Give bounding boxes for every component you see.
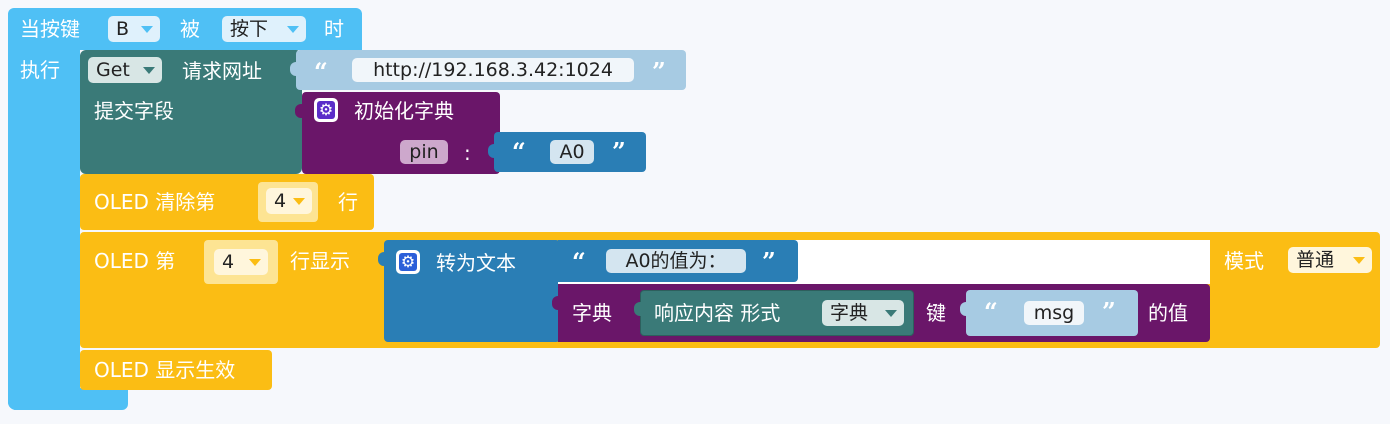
chevron-down-icon <box>287 26 299 33</box>
open-quote-icon: “ <box>984 297 998 326</box>
dict-colon: : <box>464 141 471 165</box>
chevron-down-icon <box>141 26 153 33</box>
oled-mode-value: 普通 <box>1296 249 1335 271</box>
oled-clear-prefix: OLED 清除第 <box>94 190 216 214</box>
event-block-body <box>8 48 80 410</box>
http-method-value: Get <box>96 59 130 81</box>
oled-apply-label: OLED 显示生效 <box>94 358 236 382</box>
dict-settings-icon[interactable]: ⚙ <box>314 98 338 122</box>
http-request-label: 请求网址 <box>182 59 262 83</box>
response-form-value: 字典 <box>830 302 869 324</box>
oled-show-row-dropdown[interactable]: 4 <box>214 249 268 275</box>
puzzle-notch <box>378 252 390 266</box>
dict-init-label: 初始化字典 <box>354 99 454 123</box>
event-is-label: 被 <box>180 17 200 41</box>
puzzle-notch <box>290 62 302 76</box>
to-text-label: 转为文本 <box>436 251 516 275</box>
chevron-down-icon <box>885 310 897 317</box>
open-quote-icon: “ <box>572 247 586 276</box>
close-quote-icon: ” <box>652 57 666 86</box>
chevron-down-icon <box>1353 257 1365 264</box>
a0-input[interactable]: A0 <box>550 140 594 164</box>
key-dropdown[interactable]: B <box>108 16 160 42</box>
oled-show-prefix: OLED 第 <box>94 249 176 273</box>
oled-show-row-suffix: 行显示 <box>290 249 350 273</box>
event-block-footer <box>8 388 128 410</box>
text-string-input[interactable]: A0的值为： <box>606 249 746 273</box>
event-when-label: 当按键 <box>20 17 80 41</box>
msg-input[interactable]: msg <box>1024 301 1084 325</box>
gear-icon: ⚙ <box>400 252 416 271</box>
http-method-dropdown[interactable]: Get <box>88 57 162 83</box>
gear-icon: ⚙ <box>318 100 334 119</box>
close-quote-icon: ” <box>612 137 626 166</box>
open-quote-icon: “ <box>512 137 526 166</box>
state-dropdown[interactable]: 按下 <box>222 16 306 42</box>
http-submit-label: 提交字段 <box>94 99 174 123</box>
event-do-label: 执行 <box>20 58 60 82</box>
dict-get-value-suffix: 的值 <box>1148 301 1188 325</box>
dict-get-label: 字典 <box>572 301 612 325</box>
puzzle-notch <box>552 296 564 310</box>
text-string-value: A0的值为： <box>625 250 727 272</box>
puzzle-notch <box>295 104 307 118</box>
response-content-label: 响应内容 形式 <box>654 301 781 325</box>
oled-clear-row-value: 4 <box>274 190 287 212</box>
a0-value: A0 <box>559 141 585 163</box>
msg-value: msg <box>1033 302 1075 324</box>
to-text-settings-icon[interactable]: ⚙ <box>396 250 420 274</box>
state-dropdown-value: 按下 <box>230 18 269 40</box>
puzzle-notch <box>634 302 646 316</box>
key-dropdown-value: B <box>116 18 130 40</box>
close-quote-icon: ” <box>1102 297 1116 326</box>
url-value: http://192.168.3.42:1024 <box>373 59 613 81</box>
dict-key-value: pin <box>409 141 439 163</box>
open-quote-icon: “ <box>314 57 328 86</box>
oled-show-row-value: 4 <box>222 251 235 273</box>
chevron-down-icon <box>143 67 155 74</box>
dict-key-input[interactable]: pin <box>400 140 448 164</box>
oled-clear-row-dropdown[interactable]: 4 <box>266 188 312 214</box>
oled-mode-dropdown[interactable]: 普通 <box>1288 247 1372 273</box>
event-then-label: 时 <box>324 17 344 41</box>
oled-mode-label: 模式 <box>1224 249 1264 273</box>
oled-clear-suffix: 行 <box>338 190 358 214</box>
chevron-down-icon <box>249 259 261 266</box>
url-input[interactable]: http://192.168.3.42:1024 <box>352 58 634 82</box>
close-quote-icon: ” <box>762 247 776 276</box>
dict-get-key-label: 键 <box>926 301 946 325</box>
response-form-dropdown[interactable]: 字典 <box>822 300 904 326</box>
puzzle-notch <box>552 252 564 266</box>
puzzle-notch <box>488 144 500 158</box>
chevron-down-icon <box>293 198 305 205</box>
puzzle-notch <box>960 302 972 316</box>
